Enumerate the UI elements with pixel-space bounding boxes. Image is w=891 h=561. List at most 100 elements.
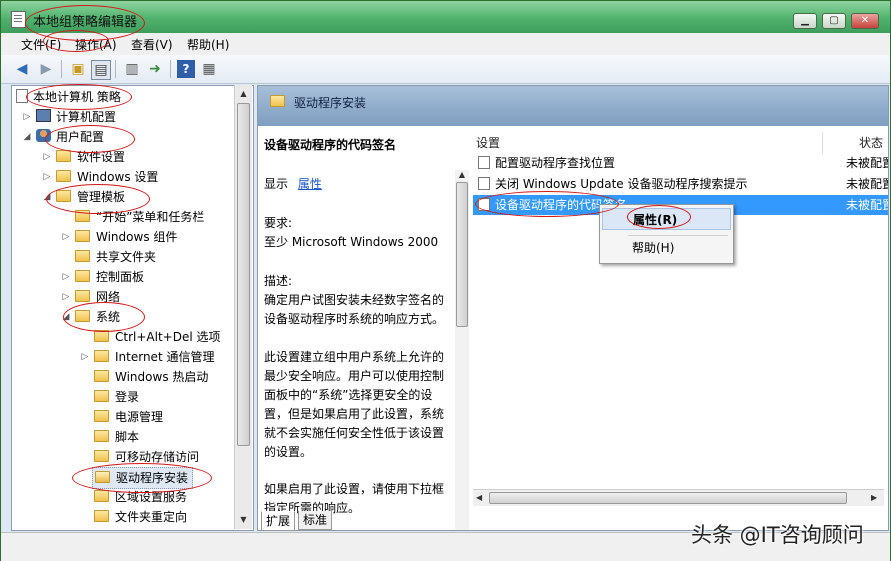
scroll-right-arrow-icon[interactable]: ▶	[871, 490, 877, 506]
list-horizontal-scrollbar[interactable]: ◀ ▶	[473, 489, 884, 506]
minimize-button[interactable]: ▁	[793, 13, 817, 29]
policy-title: 设备驱动程序的代码签名	[264, 138, 397, 152]
details-pane: 驱动程序安装 设备驱动程序的代码签名 显示 属性 要求: 至少 Microsof…	[257, 85, 889, 531]
tree-item-network[interactable]: ▷ 网络	[63, 287, 120, 307]
expand-arrow-icon[interactable]: ▷	[61, 227, 71, 247]
expand-arrow-icon[interactable]: ▷	[42, 167, 52, 187]
show-label: 显示	[264, 177, 289, 191]
tree-item-control-panel[interactable]: ▷ 控制面板	[63, 267, 144, 287]
tab-standard[interactable]: 标准	[298, 511, 333, 530]
scroll-down-arrow-icon[interactable]: ▼	[235, 515, 252, 524]
menu-separator	[628, 235, 728, 236]
context-menu-label: 帮助(H)	[632, 241, 675, 255]
expand-arrow-icon[interactable]: ▷	[61, 287, 71, 307]
scroll-up-arrow-icon[interactable]: ▲	[235, 89, 252, 98]
collapse-arrow-icon[interactable]: ◢	[22, 127, 32, 147]
setting-state: 未被配置	[846, 198, 888, 212]
tree-item-system-child[interactable]: Windows 热启动	[94, 367, 208, 387]
tree-item-label: “开始”菜单和任务栏	[96, 210, 205, 224]
tree-item-shared-folders[interactable]: 共享文件夹	[75, 247, 156, 267]
menu-view[interactable]: 查看(V)	[131, 36, 173, 53]
folder-icon	[56, 190, 71, 202]
description-text: 此设置建立组中用户系统上允许的最少安全响应。用户可以使用控制面板中的“系统”选择…	[264, 350, 445, 459]
tree-item-user-config[interactable]: ◢ 用户配置	[24, 127, 104, 147]
collapse-arrow-icon[interactable]: ◢	[42, 187, 52, 207]
collapse-arrow-icon[interactable]: ◢	[61, 307, 71, 327]
folder-icon	[75, 210, 90, 222]
tree-item-system-child[interactable]: 可移动存储访问	[94, 447, 199, 467]
expand-arrow-icon[interactable]: ▷	[80, 347, 90, 367]
expand-arrow-icon[interactable]: ▷	[42, 147, 52, 167]
menu-help[interactable]: 帮助(H)	[187, 36, 229, 53]
column-header-setting[interactable]: 设置	[476, 132, 823, 154]
tree-item-label: 系统	[96, 310, 121, 324]
up-folder-icon[interactable]: ▣	[69, 60, 87, 78]
folder-icon	[75, 290, 90, 302]
tree-vertical-scrollbar[interactable]: ▲ ▼	[234, 85, 252, 529]
tree-item-software-settings[interactable]: ▷ 软件设置	[44, 147, 125, 167]
help-icon[interactable]: ?	[177, 60, 195, 78]
navigation-tree: 本地计算机 策略 ▷ 计算机配置 ◢ 用户配置 ▷ 软件设置 ▷ Windows…	[11, 85, 254, 531]
tree-item-label: 电源管理	[115, 410, 164, 424]
tree-item-admin-templates[interactable]: ◢ 管理模板	[44, 187, 125, 207]
expand-arrow-icon[interactable]: ▷	[61, 267, 71, 287]
tree-item-driver-installation[interactable]: 驱动程序安装	[92, 467, 194, 489]
tree-item-system-child[interactable]: 脚本	[94, 427, 139, 447]
properties-link[interactable]: 属性	[298, 177, 322, 191]
requirements-label: 要求:	[264, 216, 293, 230]
export-list-icon[interactable]: ➜	[146, 60, 164, 78]
tree-item-windows-settings[interactable]: ▷ Windows 设置	[44, 167, 158, 187]
tree-item-system-child[interactable]: ▷ Internet 通信管理	[82, 347, 215, 367]
title-bar[interactable]: 本地组策略编辑器 ▁ ▢ ✕	[1, 1, 890, 33]
description-scrollbar[interactable]: ▲ ▼	[455, 170, 469, 530]
setting-row[interactable]: 配置驱动程序查找位置 未被配置	[473, 153, 888, 173]
folder-icon	[75, 250, 90, 262]
context-menu-help[interactable]: 帮助(H)	[602, 237, 731, 259]
tree-item-start-menu[interactable]: “开始”菜单和任务栏	[75, 207, 204, 227]
policy-setting-icon	[478, 177, 490, 190]
filter-icon[interactable]: ▦	[200, 60, 218, 78]
expand-arrow-icon[interactable]: ▷	[22, 107, 32, 127]
tree-item-system-child[interactable]: 文件夹重定向	[94, 507, 187, 527]
maximize-button[interactable]: ▢	[822, 13, 846, 29]
scroll-left-arrow-icon[interactable]: ◀	[476, 490, 482, 506]
folder-icon	[56, 170, 71, 182]
menu-action[interactable]: 操作(A)	[75, 36, 117, 53]
tree-item-system-child[interactable]: Ctrl+Alt+Del 选项	[94, 327, 220, 347]
context-menu-properties[interactable]: 属性(R)	[602, 208, 731, 230]
back-arrow-icon[interactable]: ◀	[13, 60, 31, 78]
app-window: 本地组策略编辑器 ▁ ▢ ✕ 文件(F) 操作(A) 查看(V) 帮助(H) ◀…	[0, 0, 891, 561]
scrollbar-thumb[interactable]	[456, 182, 468, 327]
scrollbar-thumb[interactable]	[237, 103, 250, 446]
tree-item-system[interactable]: ◢ 系统	[63, 307, 121, 327]
tree-item-system-child[interactable]: 电源管理	[94, 407, 163, 427]
toolbar-separator	[61, 60, 62, 78]
column-header-state[interactable]: 状态	[859, 132, 888, 154]
menu-file[interactable]: 文件(F)	[21, 36, 61, 53]
tab-extended[interactable]: 扩展	[261, 511, 296, 531]
folder-icon	[94, 330, 109, 342]
tree-item-system-child[interactable]: 区域设置服务	[94, 487, 187, 507]
policy-document-icon	[16, 89, 28, 103]
tree-item-label: Internet 通信管理	[115, 350, 215, 364]
setting-row[interactable]: 关闭 Windows Update 设备驱动程序搜索提示 未被配置	[473, 174, 888, 194]
properties-icon[interactable]: ▥	[123, 60, 141, 78]
window-title: 本地组策略编辑器	[33, 15, 138, 30]
show-properties-line: 显示 属性	[264, 175, 449, 194]
scroll-up-arrow-icon[interactable]: ▲	[455, 170, 469, 179]
folder-icon	[75, 270, 90, 282]
computer-icon	[36, 109, 51, 122]
details-header-title: 驱动程序安装	[294, 96, 367, 110]
show-hide-tree-icon[interactable]: ▤	[91, 60, 111, 80]
tree-item-windows-components[interactable]: ▷ Windows 组件	[63, 227, 177, 247]
tree-item-computer-config[interactable]: ▷ 计算机配置	[24, 107, 116, 127]
tree-item-system-child[interactable]: 登录	[94, 387, 139, 407]
description-label: 描述:	[264, 274, 293, 288]
folder-icon	[94, 450, 109, 462]
context-menu-label: 属性(R)	[633, 213, 678, 227]
folder-icon	[94, 410, 109, 422]
close-button[interactable]: ✕	[851, 13, 879, 29]
forward-arrow-icon[interactable]: ▶	[37, 60, 55, 78]
scrollbar-thumb[interactable]	[489, 492, 847, 504]
tree-item-root[interactable]: 本地计算机 策略	[16, 87, 121, 107]
